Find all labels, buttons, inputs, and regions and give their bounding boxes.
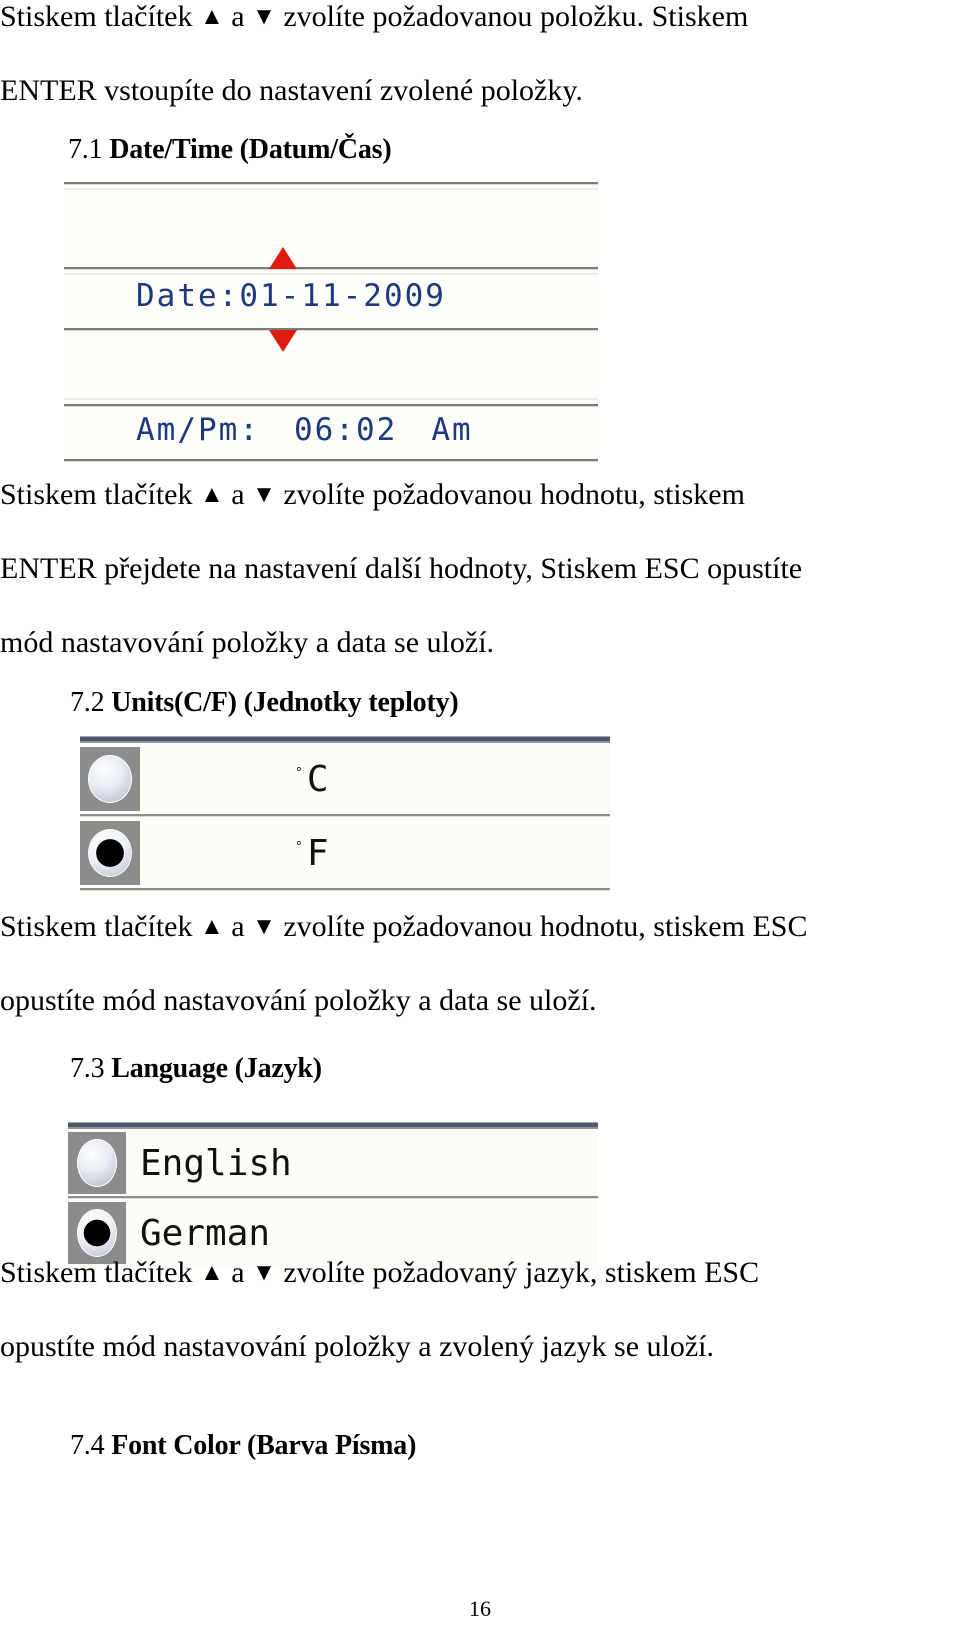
section-7-3-body: Stiskem tlačítek ▲ a ▼ zvolíte požadovan… (0, 1236, 956, 1384)
body-word: požadovanou (372, 478, 533, 511)
lcd-rule (64, 404, 598, 407)
lcd-divider (68, 1196, 598, 1199)
heading-7-3-number: 7.3 (70, 1053, 105, 1084)
heading-7-3: 7.3 Language (Jazyk) (70, 1053, 322, 1085)
lcd-datetime-screenshot: Date:01-11-2009 Am/Pm: 06:02 Am (64, 182, 598, 462)
body-word: tlačítek (104, 478, 193, 511)
body-line-2: opustíte mód nastavování položky a zvole… (0, 1330, 714, 1363)
page-number: 16 (469, 1596, 491, 1621)
body-line-2: opustíte mód nastavování položky a data … (0, 984, 597, 1017)
down-arrow-icon: ▼ (252, 4, 276, 30)
body-word: stiskem (653, 478, 745, 511)
body-word: požadovanou (372, 910, 533, 943)
heading-7-4: 7.4 Font Color (Barva Písma) (70, 1430, 416, 1462)
body-word: a (231, 478, 245, 511)
lcd-date-row: Date:01-11-2009 (136, 278, 446, 314)
lcd-option-row: English (68, 1132, 292, 1194)
lcd-option-row: ° F (80, 821, 329, 885)
down-arrow-indicator-icon (269, 330, 297, 352)
body-word: a (231, 1256, 245, 1289)
lcd-date-label: Date: (136, 278, 240, 314)
intro-word: Stiskem (651, 0, 749, 33)
body-line-3: mód nastavování položky a data se uloží. (0, 626, 495, 659)
lcd-option-label-english: English (140, 1142, 292, 1184)
heading-7-4-title: Font Color (Barva Písma) (111, 1430, 417, 1461)
lcd-radio-cell (80, 821, 140, 885)
lcd-rule (64, 267, 598, 270)
down-arrow-icon: ▼ (252, 914, 276, 940)
section-7-2-body: Stiskem tlačítek ▲ a ▼ zvolíte požadovan… (0, 890, 956, 1038)
lcd-rule-faint (64, 188, 598, 190)
lcd-divider (80, 814, 610, 817)
lcd-date-value: 01-11-2009 (239, 278, 446, 314)
lcd-rule-faint (64, 398, 598, 400)
lcd-rule (64, 182, 598, 185)
lcd-ampm-label: Am/Pm: (136, 412, 260, 448)
body-word: zvolíte (283, 1256, 365, 1289)
intro-word: požadovanou (372, 0, 533, 33)
down-arrow-icon: ▼ (252, 1260, 276, 1286)
intro-word: zvolíte (283, 0, 365, 33)
lcd-radio-cell (80, 747, 140, 811)
heading-7-1-title: Date/Time (Datum/Čas) (109, 134, 392, 165)
lcd-meridiem: Am (431, 412, 473, 448)
degree-icon: ° (295, 765, 303, 781)
radio-unselected-icon (88, 755, 132, 803)
heading-7-2: 7.2 Units(C/F) (Jednotky teploty) (70, 687, 459, 719)
up-arrow-icon: ▲ (199, 4, 224, 30)
body-word: zvolíte (283, 910, 365, 943)
body-word: požadovaný (372, 1256, 518, 1289)
body-line-2: ENTER přejdete na nastavení další hodnot… (0, 552, 803, 585)
heading-7-4-number: 7.4 (70, 1430, 105, 1461)
body-line-1: Stiskem tlačítek ▲ a ▼ zvolíte požadovan… (0, 1236, 944, 1310)
radio-unselected-icon (77, 1139, 117, 1187)
degree-icon: ° (295, 839, 303, 855)
up-arrow-icon: ▲ (199, 482, 224, 508)
intro-word: a (231, 0, 245, 33)
lcd-panel-topbar (80, 736, 610, 743)
heading-7-1: 7.1 Date/Time (Datum/Čas) (68, 134, 392, 166)
body-word: a (231, 910, 245, 943)
body-word: Stiskem (0, 478, 97, 511)
down-arrow-icon: ▼ (252, 482, 276, 508)
up-arrow-indicator-icon (269, 247, 297, 269)
up-arrow-icon: ▲ (199, 914, 224, 940)
body-word: zvolíte (283, 478, 365, 511)
body-line-1: Stiskem tlačítek ▲ a ▼ zvolíte požadovan… (0, 890, 944, 964)
body-word: ESC (704, 1256, 760, 1289)
lcd-rule (64, 328, 598, 331)
radio-selected-icon (88, 829, 132, 877)
body-word: stiskem (604, 1256, 697, 1289)
intro-word: Stiskem (0, 0, 97, 33)
heading-7-1-number: 7.1 (68, 134, 103, 165)
body-word: hodnotu, (539, 910, 646, 943)
heading-7-2-title: Units(C/F) (Jednotky teploty) (111, 687, 459, 718)
intro-line-2: ENTER vstoupíte do nastavení zvolené pol… (0, 74, 583, 107)
intro-word: tlačítek (104, 0, 193, 33)
lcd-units-screenshot: ° C ° F (80, 736, 610, 896)
lcd-radio-cell (68, 1132, 126, 1194)
lcd-option-text: F (306, 832, 329, 874)
body-word: jazyk, (524, 1256, 598, 1289)
lcd-panel-topbar (68, 1122, 598, 1129)
body-line-1: Stiskem tlačítek ▲ a ▼ zvolíte požadovan… (0, 458, 944, 532)
lcd-rule-faint (64, 273, 598, 275)
heading-7-3-title: Language (Jazyk) (111, 1053, 322, 1084)
body-word: tlačítek (104, 1256, 193, 1289)
body-word: stiskem (653, 910, 745, 943)
lcd-time-row: Am/Pm: 06:02 Am (136, 412, 473, 448)
body-word: ESC (752, 910, 808, 943)
body-word: Stiskem (0, 910, 97, 943)
body-word: hodnotu, (539, 478, 646, 511)
section-7-1-body: Stiskem tlačítek ▲ a ▼ zvolíte požadovan… (0, 458, 956, 680)
intro-line-1: Stiskem tlačítek ▲ a ▼ zvolíte požadovan… (0, 0, 946, 54)
body-word: Stiskem (0, 1256, 97, 1289)
body-word: tlačítek (104, 910, 193, 943)
intro-word: položku. (539, 0, 645, 33)
heading-7-2-number: 7.2 (70, 687, 105, 718)
intro-paragraph: Stiskem tlačítek ▲ a ▼ zvolíte požadovan… (0, 0, 956, 128)
up-arrow-icon: ▲ (199, 1260, 224, 1286)
lcd-time-value: 06:02 (293, 412, 398, 448)
